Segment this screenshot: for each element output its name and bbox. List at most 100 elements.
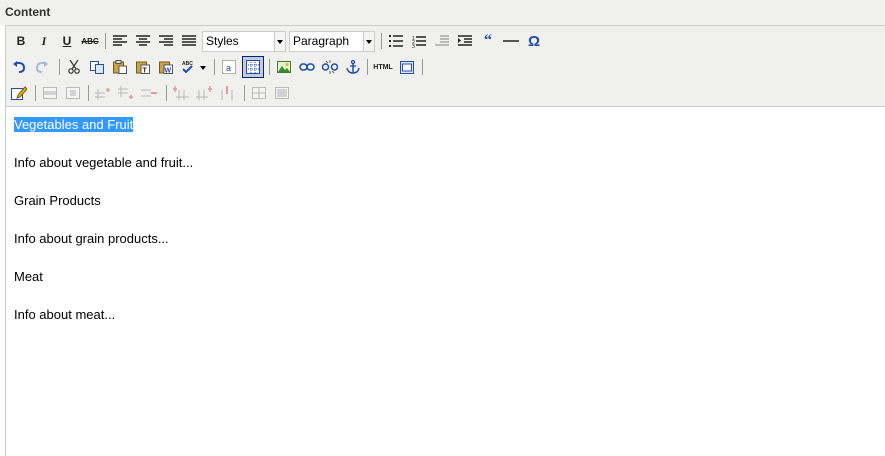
- unlink-icon: [322, 60, 338, 74]
- italic-button[interactable]: I: [34, 31, 54, 51]
- redo-button[interactable]: [32, 57, 52, 77]
- bold-button[interactable]: B: [11, 31, 31, 51]
- undo-icon: [13, 61, 26, 73]
- svg-text:W: W: [165, 68, 172, 75]
- anchor-icon: [346, 60, 360, 74]
- insert-image-button[interactable]: [274, 57, 294, 77]
- rich-text-editor: B I U ABC Styles Paragraph 1 2 3 “ Ω T W…: [5, 25, 885, 456]
- visual-aid-button[interactable]: [242, 56, 264, 78]
- undo-button[interactable]: [9, 57, 29, 77]
- content-label-bar: Content: [0, 0, 885, 25]
- indent-icon: [458, 35, 472, 46]
- copy-icon: [90, 60, 104, 74]
- selected-text[interactable]: Vegetables and Fruit: [14, 117, 134, 132]
- select-all-button[interactable]: a: [219, 57, 239, 77]
- split-cells-button[interactable]: [249, 83, 269, 103]
- align-right-button[interactable]: [156, 31, 176, 51]
- paste-text-button[interactable]: T: [133, 57, 153, 77]
- spellcheck-icon: ABC: [182, 61, 206, 74]
- svg-text:a: a: [226, 63, 231, 73]
- unlink-button[interactable]: [320, 57, 340, 77]
- special-char-button[interactable]: Ω: [524, 31, 544, 51]
- select-all-icon: a: [222, 60, 236, 74]
- delete-col-button[interactable]: [217, 83, 237, 103]
- table-row-icon: [43, 87, 57, 99]
- content-paragraph[interactable]: Info about meat...: [14, 306, 193, 344]
- merge-cells-icon: [275, 87, 289, 99]
- align-justify-button[interactable]: [179, 31, 199, 51]
- insert-column-after-icon: [196, 86, 212, 100]
- outdent-button[interactable]: [432, 31, 452, 51]
- separator: [166, 85, 167, 101]
- editor-content[interactable]: Vegetables and Fruit Info about vegetabl…: [14, 116, 193, 344]
- align-left-icon: [113, 35, 127, 46]
- separator: [381, 33, 382, 49]
- row-props-button[interactable]: [40, 83, 60, 103]
- separator: [105, 33, 106, 49]
- align-justify-icon: [182, 35, 196, 46]
- insert-row-after-button[interactable]: [116, 83, 136, 103]
- paste-button[interactable]: [110, 57, 130, 77]
- split-cells-icon: [252, 87, 266, 99]
- format-select-value: Paragraph: [293, 34, 350, 48]
- html-source-button[interactable]: HTML: [372, 57, 394, 77]
- insert-row-before-button[interactable]: [93, 83, 113, 103]
- fullscreen-button[interactable]: [397, 57, 417, 77]
- image-icon: [277, 61, 291, 73]
- svg-text:3: 3: [412, 44, 415, 48]
- anchor-button[interactable]: [343, 57, 363, 77]
- delete-row-button[interactable]: [139, 83, 159, 103]
- horizontal-rule-button[interactable]: [501, 31, 521, 51]
- strikethrough-button[interactable]: ABC: [80, 31, 100, 51]
- edit-document-button[interactable]: [9, 83, 29, 103]
- separator: [88, 85, 89, 101]
- separator: [35, 85, 36, 101]
- align-right-icon: [159, 35, 173, 46]
- content-paragraph[interactable]: Info about grain products...: [14, 230, 193, 268]
- content-paragraph[interactable]: Info about vegetable and fruit...: [14, 154, 193, 192]
- styles-select[interactable]: Styles: [202, 31, 286, 52]
- content-heading[interactable]: Grain Products: [14, 192, 193, 230]
- content-heading[interactable]: Vegetables and Fruit: [14, 116, 193, 154]
- indent-button[interactable]: [455, 31, 475, 51]
- separator: [244, 85, 245, 101]
- insert-col-before-button[interactable]: [171, 83, 191, 103]
- separator: [422, 59, 423, 75]
- chevron-down-icon: [363, 32, 374, 51]
- content-heading[interactable]: Meat: [14, 268, 193, 306]
- editor-toolbar: B I U ABC Styles Paragraph 1 2 3 “ Ω T W…: [6, 26, 885, 107]
- align-center-button[interactable]: [133, 31, 153, 51]
- separator: [367, 59, 368, 75]
- insert-row-before-icon: [95, 88, 110, 100]
- blockquote-button[interactable]: “: [478, 31, 498, 51]
- paste-word-button[interactable]: W: [156, 57, 176, 77]
- cut-button[interactable]: [64, 57, 84, 77]
- align-left-button[interactable]: [110, 31, 130, 51]
- chevron-down-icon: [274, 32, 285, 51]
- separator: [59, 59, 60, 75]
- link-icon: [299, 63, 315, 71]
- insert-col-after-button[interactable]: [194, 83, 214, 103]
- bullet-list-icon: [389, 35, 403, 47]
- redo-icon: [35, 61, 48, 73]
- cell-props-button[interactable]: [63, 83, 83, 103]
- separator: [269, 59, 270, 75]
- merge-cells-button[interactable]: [272, 83, 292, 103]
- styles-select-value: Styles: [206, 34, 239, 48]
- content-label: Content: [5, 5, 51, 19]
- horizontal-rule-icon: [503, 40, 519, 42]
- numbered-list-button[interactable]: 123: [409, 31, 429, 51]
- insert-link-button[interactable]: [297, 57, 317, 77]
- scissors-icon: [68, 60, 80, 74]
- fullscreen-icon: [400, 60, 414, 74]
- format-select[interactable]: Paragraph: [289, 31, 375, 52]
- svg-text:T: T: [143, 68, 148, 75]
- paste-icon: [113, 60, 127, 74]
- visual-aid-icon: [246, 60, 260, 74]
- separator: [214, 59, 215, 75]
- underline-button[interactable]: U: [57, 31, 77, 51]
- outdent-icon: [435, 35, 449, 46]
- spellcheck-button[interactable]: ABC: [179, 57, 209, 77]
- bullet-list-button[interactable]: [386, 31, 406, 51]
- copy-button[interactable]: [87, 57, 107, 77]
